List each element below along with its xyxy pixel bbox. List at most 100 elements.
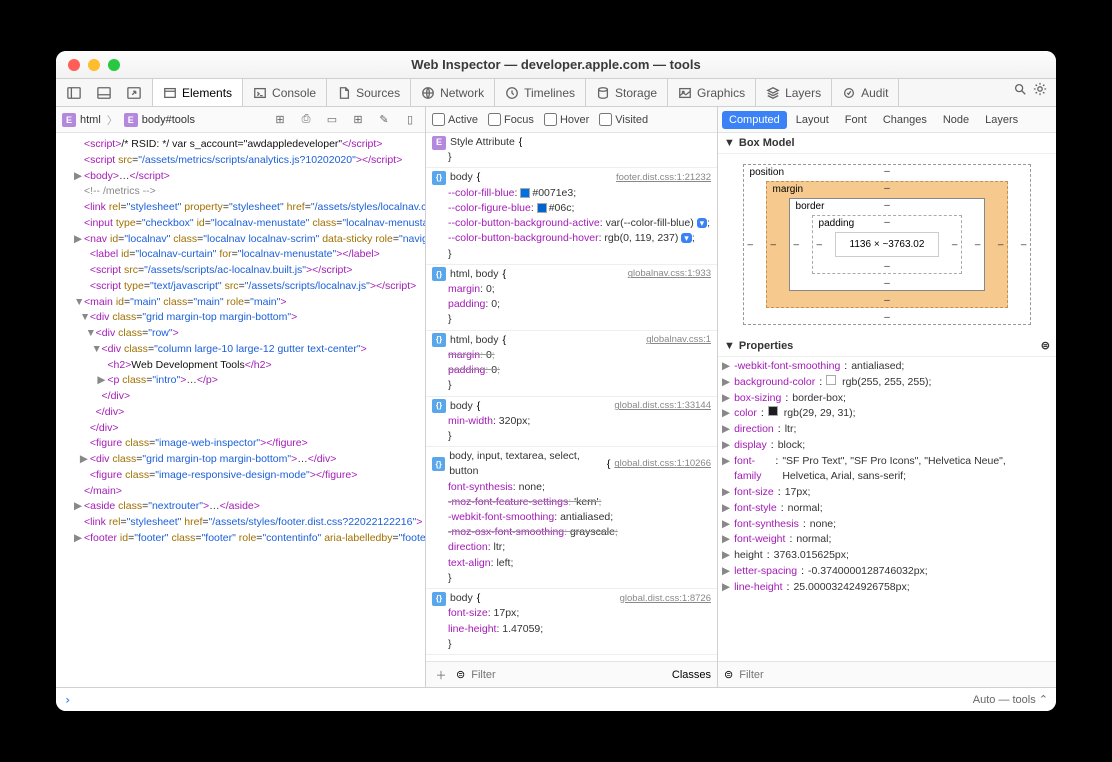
sidebar-toggle-icon[interactable]: ▯: [401, 111, 419, 129]
computed-property[interactable]: ▶height: 3763.015625px;: [718, 548, 1056, 564]
computed-property[interactable]: ▶-webkit-font-smoothing: antialiased;: [718, 359, 1056, 375]
breadcrumb[interactable]: E html 〉 E body#tools: [62, 112, 195, 128]
computed-property[interactable]: ▶font-style: normal;: [718, 501, 1056, 517]
dom-node[interactable]: <h2>Web Development Tools</h2>: [74, 358, 425, 374]
dom-node[interactable]: ▶<nav id="localnav" class="localnav loca…: [74, 232, 425, 248]
tab-audit[interactable]: Audit: [832, 79, 899, 106]
dom-node[interactable]: <script src="/assets/scripts/ac-localnav…: [74, 263, 425, 279]
popout-icon[interactable]: [124, 83, 144, 103]
computed-property[interactable]: ▶font-synthesis: none;: [718, 517, 1056, 533]
computed-properties[interactable]: ▶-webkit-font-smoothing: antialiased;▶ba…: [718, 357, 1056, 661]
dom-node[interactable]: <link rel="stylesheet" href="/assets/sty…: [74, 515, 425, 531]
dom-node[interactable]: <script>/* RSID: */ var s_account="awdap…: [74, 137, 425, 153]
css-rule[interactable]: {} body { footer.dist.css:1:21232--color…: [426, 168, 717, 264]
node-path-icon[interactable]: ⊞: [271, 111, 289, 129]
css-rule[interactable]: {} html, body { globalnav.css:1margin: 0…: [426, 331, 717, 397]
force-hover-checkbox[interactable]: Hover: [544, 113, 589, 126]
add-rule-icon[interactable]: ＋: [432, 666, 450, 684]
computed-property[interactable]: ▶box-sizing: border-box;: [718, 391, 1056, 407]
grid-icon[interactable]: ⊞: [349, 111, 367, 129]
settings-icon[interactable]: [1030, 79, 1050, 99]
properties-filter-icon[interactable]: ⊜: [1041, 339, 1050, 352]
css-rule[interactable]: {} body, input, textarea, select, button…: [426, 447, 717, 589]
details-tab-layers[interactable]: Layers: [978, 111, 1025, 129]
boxmodel-heading[interactable]: ▼Box Model: [718, 133, 1056, 154]
details-tab-changes[interactable]: Changes: [876, 111, 934, 129]
dom-node[interactable]: ▼<div class="row">: [74, 326, 425, 342]
dom-node[interactable]: <script type="text/javascript" src="/ass…: [74, 279, 425, 295]
dom-node[interactable]: <script src="/assets/metrics/scripts/ana…: [74, 153, 425, 169]
computed-property[interactable]: ▶display: block;: [718, 438, 1056, 454]
styles-panel: Active Focus Hover Visited E Style Attribut…: [426, 107, 718, 687]
dom-node[interactable]: ▼<div class="grid margin-top margin-bott…: [74, 310, 425, 326]
style-attribute-rule[interactable]: E Style Attribute { }: [426, 133, 717, 168]
edit-icon[interactable]: ✎: [375, 111, 393, 129]
minimize-button[interactable]: [88, 59, 100, 71]
dom-node[interactable]: ▶<body>…</script>: [74, 169, 425, 185]
force-active-checkbox[interactable]: Active: [432, 113, 478, 126]
dom-node[interactable]: ▼<main id="main" class="main" role="main…: [74, 295, 425, 311]
zoom-button[interactable]: [108, 59, 120, 71]
tab-sources[interactable]: Sources: [327, 79, 411, 106]
force-focus-checkbox[interactable]: Focus: [488, 113, 534, 126]
computed-property[interactable]: ▶letter-spacing: -0.3740000128746032px;: [718, 564, 1056, 580]
close-button[interactable]: [68, 59, 80, 71]
force-visited-checkbox[interactable]: Visited: [599, 113, 648, 126]
classes-button[interactable]: Classes: [672, 669, 711, 681]
inspector-body: E html 〉 E body#tools ⊞ ⎙ ▭ ⊞ ✎ ▯ <scrip…: [56, 107, 1056, 687]
tab-bar: ElementsConsoleSourcesNetworkTimelinesSt…: [56, 79, 1056, 107]
details-tab-font[interactable]: Font: [838, 111, 874, 129]
computed-property[interactable]: ▶font-weight: normal;: [718, 532, 1056, 548]
tab-storage[interactable]: Storage: [586, 79, 668, 106]
execution-context[interactable]: Auto — tools ⌃: [973, 693, 1048, 706]
dom-node[interactable]: <label id="localnav-curtain" for="localn…: [74, 247, 425, 263]
properties-heading[interactable]: ▼Properties⊜: [718, 335, 1056, 357]
dom-node[interactable]: <!-- /metrics -->: [74, 184, 425, 200]
layout-icon[interactable]: ▭: [323, 111, 341, 129]
dom-node[interactable]: <link rel="stylesheet" property="stylesh…: [74, 200, 425, 216]
search-icon[interactable]: [1010, 79, 1030, 99]
dom-node[interactable]: </div>: [74, 405, 425, 421]
dock-left-icon[interactable]: [64, 83, 84, 103]
dom-node[interactable]: ▶<p class="intro">…</p>: [74, 373, 425, 389]
console-prompt-icon: ›: [64, 693, 71, 707]
dom-node[interactable]: ▶<footer id="footer" class="footer" role…: [74, 531, 425, 547]
dom-node[interactable]: ▼<div class="column large-10 large-12 gu…: [74, 342, 425, 358]
console-bar[interactable]: › Auto — tools ⌃: [56, 687, 1056, 711]
computed-property[interactable]: ▶direction: ltr;: [718, 422, 1056, 438]
tab-graphics[interactable]: Graphics: [668, 79, 756, 106]
tab-network[interactable]: Network: [411, 79, 495, 106]
dom-node[interactable]: </div>: [74, 389, 425, 405]
computed-property[interactable]: ▶line-height: 25.000032424926758px;: [718, 580, 1056, 596]
dom-node[interactable]: ▶<aside class="nextrouter">…</aside>: [74, 499, 425, 515]
box-model[interactable]: position –––– margin –––– border –––– pa…: [718, 154, 1056, 335]
tab-timelines[interactable]: Timelines: [495, 79, 586, 106]
dock-bottom-icon[interactable]: [94, 83, 114, 103]
dom-node[interactable]: <input type="checkbox" id="localnav-menu…: [74, 216, 425, 232]
computed-property[interactable]: ▶font-size: 17px;: [718, 485, 1056, 501]
dom-node[interactable]: <figure class="image-web-inspector"></fi…: [74, 436, 425, 452]
computed-property[interactable]: ▶font-family: "SF Pro Text", "SF Pro Ico…: [718, 454, 1056, 486]
tab-elements[interactable]: Elements: [153, 79, 243, 106]
css-rule[interactable]: {} body { global.dist.css:1:33144min-wid…: [426, 397, 717, 448]
dom-node[interactable]: </main>: [74, 484, 425, 500]
computed-property[interactable]: ▶background-color: rgb(255, 255, 255);: [718, 375, 1056, 391]
style-rules[interactable]: E Style Attribute { } {} body { footer.d…: [426, 133, 717, 661]
dom-node[interactable]: </div>: [74, 421, 425, 437]
details-tab-computed[interactable]: Computed: [722, 111, 787, 129]
print-icon[interactable]: ⎙: [297, 111, 315, 129]
css-rule[interactable]: {} body { global.dist.css:1:8726font-siz…: [426, 589, 717, 655]
dom-node[interactable]: ▶<div class="grid margin-top margin-bott…: [74, 452, 425, 468]
computed-property[interactable]: ▶color: rgb(29, 29, 31);: [718, 406, 1056, 422]
styles-filter-input[interactable]: [471, 669, 666, 681]
breadcrumb-bar: E html 〉 E body#tools ⊞ ⎙ ▭ ⊞ ✎ ▯: [56, 107, 425, 133]
dom-tree[interactable]: <script>/* RSID: */ var s_account="awdap…: [56, 133, 425, 687]
tab-layers[interactable]: Layers: [756, 79, 832, 106]
tab-console[interactable]: Console: [243, 79, 327, 106]
details-tab-node[interactable]: Node: [936, 111, 976, 129]
details-tab-layout[interactable]: Layout: [789, 111, 836, 129]
css-rule[interactable]: {} html, body { globalnav.css:1:933margi…: [426, 265, 717, 331]
styles-filter-bar: ＋ ⊜ Classes: [426, 661, 717, 687]
dom-node[interactable]: <figure class="image-responsive-design-m…: [74, 468, 425, 484]
properties-filter-input[interactable]: [739, 669, 1050, 681]
